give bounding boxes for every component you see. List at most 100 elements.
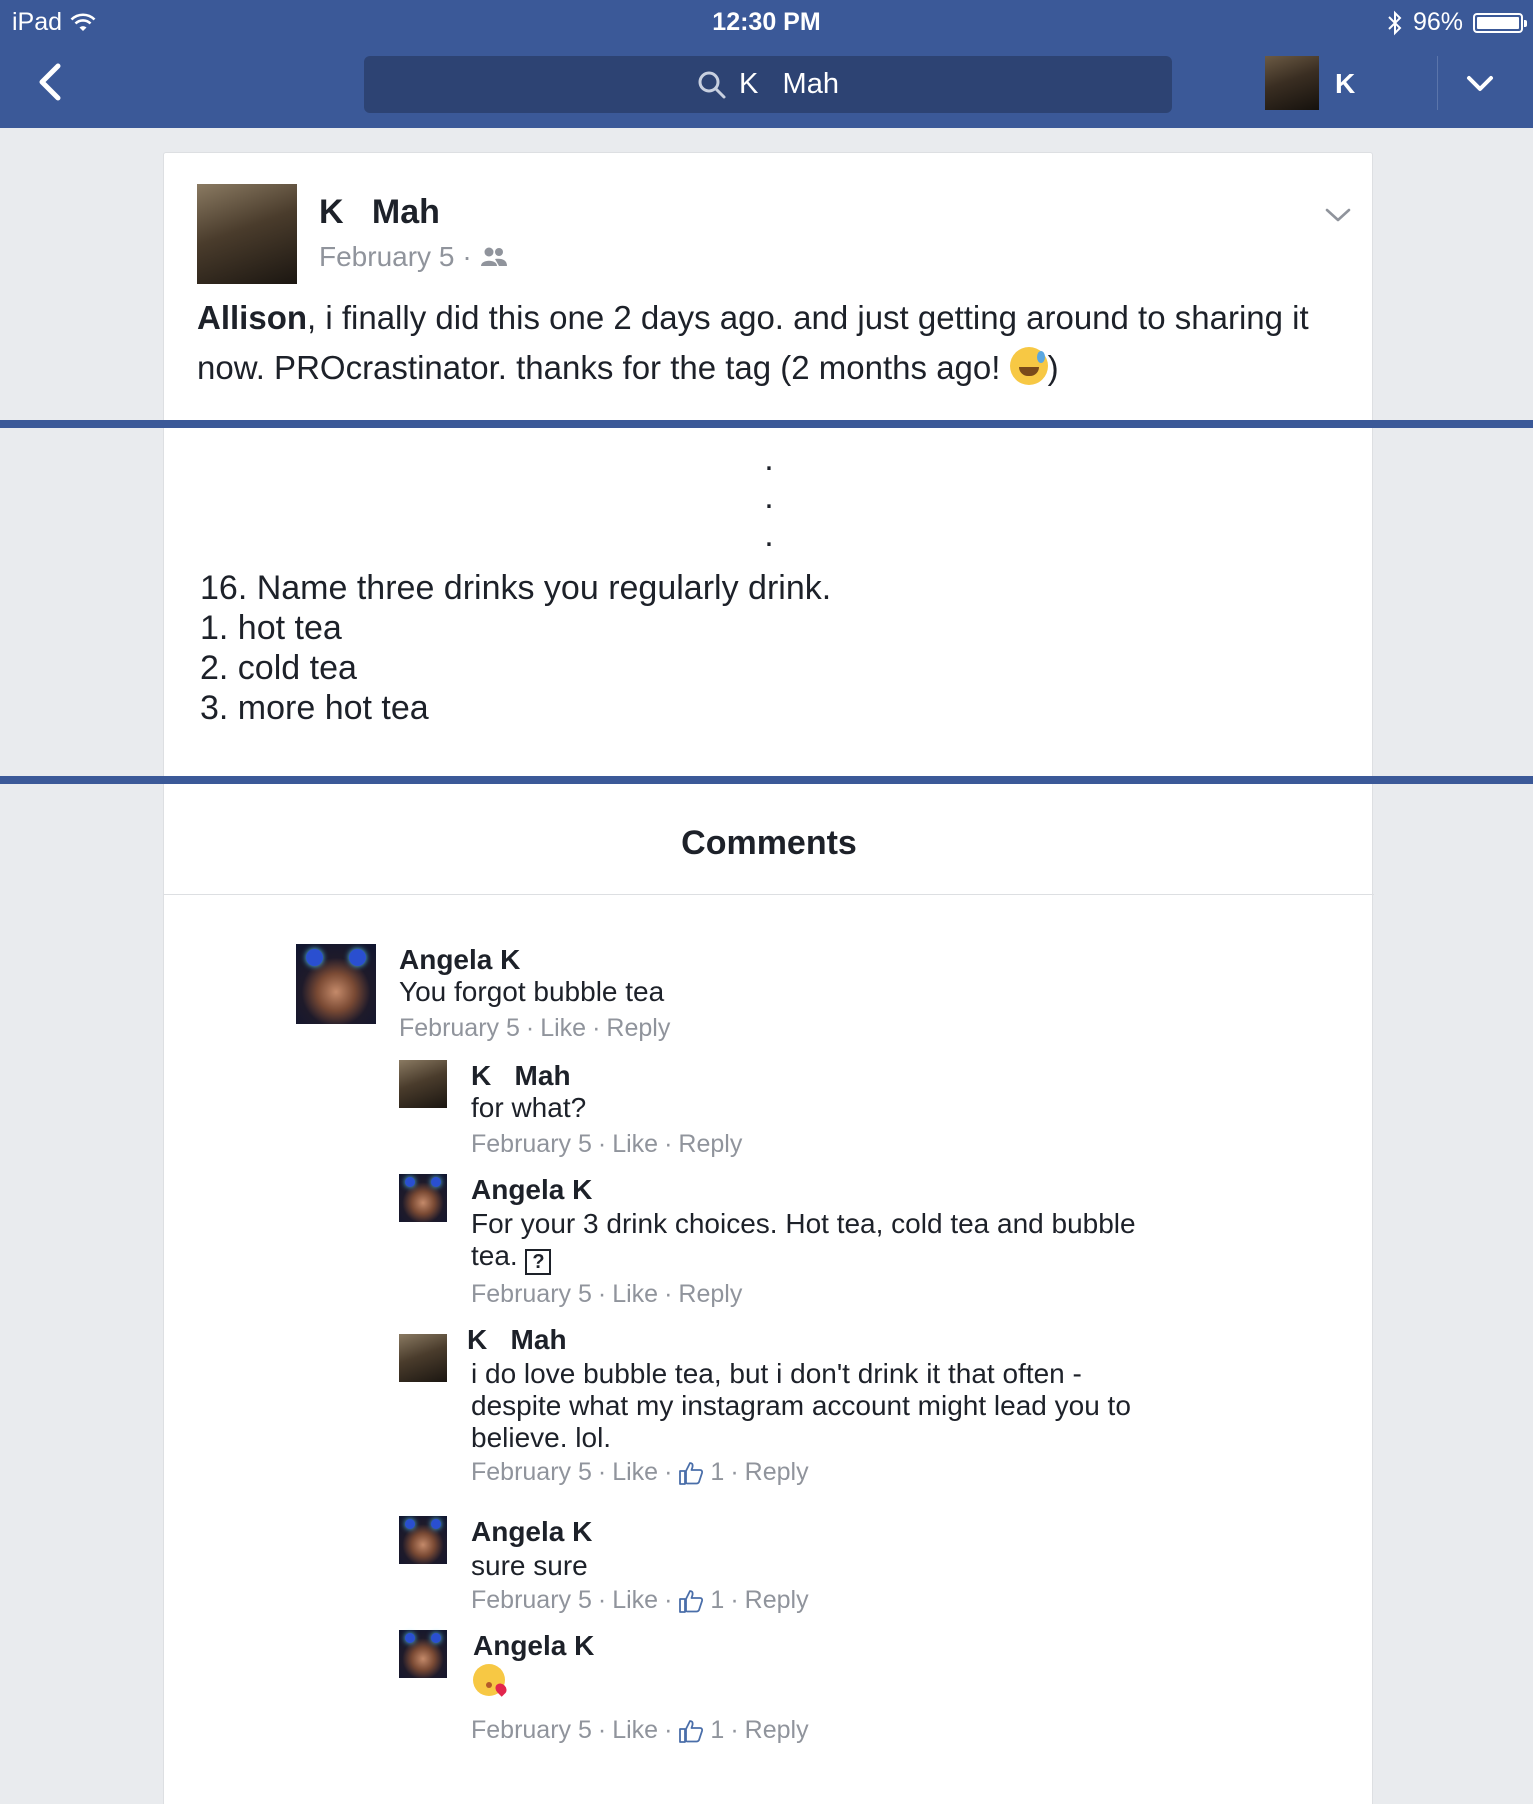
grinning-sweat-emoji-icon — [1009, 347, 1048, 385]
comment-date[interactable]: February 5 — [471, 1130, 592, 1159]
like-link[interactable]: Like — [612, 1586, 658, 1615]
bluetooth-icon — [1388, 10, 1402, 35]
ellipsis-dot: . — [764, 440, 774, 478]
reply-comment: K Mah for what? February 5 · Like · Reply — [399, 1060, 1299, 1160]
friends-icon — [480, 247, 507, 266]
section-rule-bottom — [0, 776, 1533, 784]
post-text: Allison, i finally did this one 2 days a… — [197, 293, 1337, 393]
battery-percent: 96% — [1412, 8, 1463, 36]
commenter-name[interactable]: Angela K — [473, 1630, 594, 1662]
comment-meta: February 5 · Like · Reply — [471, 1280, 743, 1309]
kissing-face-icon — [473, 1664, 505, 1696]
comment-text: sure sure — [471, 1550, 588, 1581]
commenter-avatar[interactable] — [399, 1630, 447, 1678]
comment-meta: February 5 · Like · Reply — [399, 1014, 671, 1043]
post-body-end: ) — [1047, 349, 1059, 386]
like-link[interactable]: Like — [612, 1458, 658, 1487]
commenter-name[interactable]: Angela K — [471, 1174, 592, 1206]
comment-date[interactable]: February 5 — [471, 1458, 592, 1487]
unknown-glyph-icon: ? — [525, 1249, 552, 1275]
like-link[interactable]: Like — [612, 1280, 658, 1309]
comment-text: For your 3 drink choices. Hot tea, cold … — [471, 1208, 1151, 1275]
comment-text: You forgot bubble tea — [399, 976, 665, 1007]
reply-link[interactable]: Reply — [745, 1716, 809, 1745]
comment-text: for what? — [471, 1092, 587, 1123]
comment-meta: February 5 · Like · 1 · Reply — [471, 1716, 809, 1745]
ellipsis-dot: . — [764, 516, 774, 554]
likes-count[interactable]: 1 — [710, 1586, 724, 1615]
comments-title: Comments — [681, 824, 857, 862]
reply-link[interactable]: Reply — [745, 1586, 809, 1615]
post-date[interactable]: February 5 — [319, 241, 454, 273]
thumbs-up-icon — [679, 1461, 704, 1485]
quiz-answer: 3. more hot tea — [200, 689, 429, 727]
ellipsis: . . . — [164, 440, 1374, 554]
thumbs-up-icon — [679, 1589, 704, 1613]
comment-meta: February 5 · Like · 1 · Reply — [471, 1458, 809, 1487]
post-meta: February 5 · — [319, 241, 508, 273]
section-rule-top — [0, 420, 1533, 428]
reply-link[interactable]: Reply — [745, 1458, 809, 1487]
search-bar[interactable]: K Mah — [364, 56, 1172, 113]
reply-comment: Angela K sure sure February 5 · Like · 1 · … — [399, 1516, 1299, 1616]
quiz-answer: 2. cold tea — [200, 649, 357, 687]
status-right: 96% — [1387, 8, 1527, 37]
nav-divider — [1437, 56, 1438, 110]
comment-text — [473, 1664, 505, 1703]
commenter-avatar[interactable] — [399, 1334, 447, 1382]
comment-meta: February 5 · Like · Reply — [471, 1130, 743, 1159]
quiz-question: 16. Name three drinks you regularly drin… — [200, 569, 832, 607]
top-bar: iPad 12:30 PM 96% K Mah K — [0, 0, 1533, 128]
likes-count[interactable]: 1 — [710, 1716, 724, 1745]
post-body: , i finally did this one 2 days ago. and… — [197, 299, 1309, 386]
comment-date[interactable]: February 5 — [471, 1586, 592, 1615]
reply-link[interactable]: Reply — [678, 1130, 742, 1159]
comment: Angela K You forgot bubble tea February … — [296, 944, 1196, 1054]
profile-avatar[interactable] — [1265, 56, 1319, 110]
quiz-lines: 16. Name three drinks you regularly drin… — [200, 568, 831, 728]
commenter-avatar[interactable] — [399, 1060, 447, 1108]
likes-count[interactable]: 1 — [710, 1458, 724, 1487]
comment-date[interactable]: February 5 — [399, 1014, 520, 1043]
post-author-avatar[interactable] — [197, 184, 297, 284]
meta-separator: · — [462, 241, 472, 272]
comments-divider — [164, 894, 1374, 895]
back-chevron-icon[interactable] — [30, 60, 74, 104]
like-link[interactable]: Like — [540, 1014, 586, 1043]
reply-comment: Angela K February 5 · Like · 1 · Reply — [399, 1630, 1299, 1744]
commenter-avatar[interactable] — [399, 1516, 447, 1564]
comment-text-body: For your 3 drink choices. Hot tea, cold … — [471, 1208, 1136, 1271]
search-icon — [698, 71, 726, 98]
profile-name[interactable]: K — [1335, 68, 1355, 100]
quiz-content: . . . 16. Name three drinks you regularl… — [163, 428, 1373, 776]
post-header: K Mah February 5 · Allison, i finally di… — [163, 152, 1373, 420]
status-bar: iPad 12:30 PM 96% — [0, 0, 1533, 42]
menu-chevron-down-icon[interactable] — [1462, 66, 1498, 102]
comments-section: Comments Angela K You forgot bubble tea … — [163, 784, 1374, 1804]
reply-link[interactable]: Reply — [606, 1014, 670, 1043]
battery-icon — [1473, 12, 1527, 33]
status-time: 12:30 PM — [712, 8, 821, 36]
comment-meta: February 5 · Like · 1 · Reply — [471, 1586, 809, 1615]
reply-link[interactable]: Reply — [678, 1280, 742, 1309]
comment-date[interactable]: February 5 — [471, 1716, 592, 1745]
ellipsis-dot: . — [764, 478, 774, 516]
commenter-name[interactable]: K Mah — [467, 1324, 567, 1356]
commenter-name[interactable]: K Mah — [471, 1060, 571, 1092]
commenter-avatar[interactable] — [296, 944, 376, 1024]
mention-link[interactable]: Allison — [197, 299, 307, 336]
like-link[interactable]: Like — [612, 1130, 658, 1159]
reply-comment: Angela K For your 3 drink choices. Hot t… — [399, 1174, 1299, 1308]
comment-text: i do love bubble tea, but i don't drink … — [471, 1358, 1131, 1453]
commenter-name[interactable]: Angela K — [399, 944, 520, 976]
post-author-name[interactable]: K Mah — [319, 193, 440, 232]
post-options-chevron-icon[interactable] — [1324, 205, 1352, 225]
commenter-avatar[interactable] — [399, 1174, 447, 1222]
comment-date[interactable]: February 5 — [471, 1280, 592, 1309]
quiz-answer: 1. hot tea — [200, 609, 342, 647]
commenter-name[interactable]: Angela K — [471, 1516, 592, 1548]
reply-comment: K Mah i do love bubble tea, but i don't … — [399, 1324, 1299, 1494]
search-query: K Mah — [739, 68, 839, 100]
like-link[interactable]: Like — [612, 1716, 658, 1745]
thumbs-up-icon — [679, 1719, 704, 1743]
